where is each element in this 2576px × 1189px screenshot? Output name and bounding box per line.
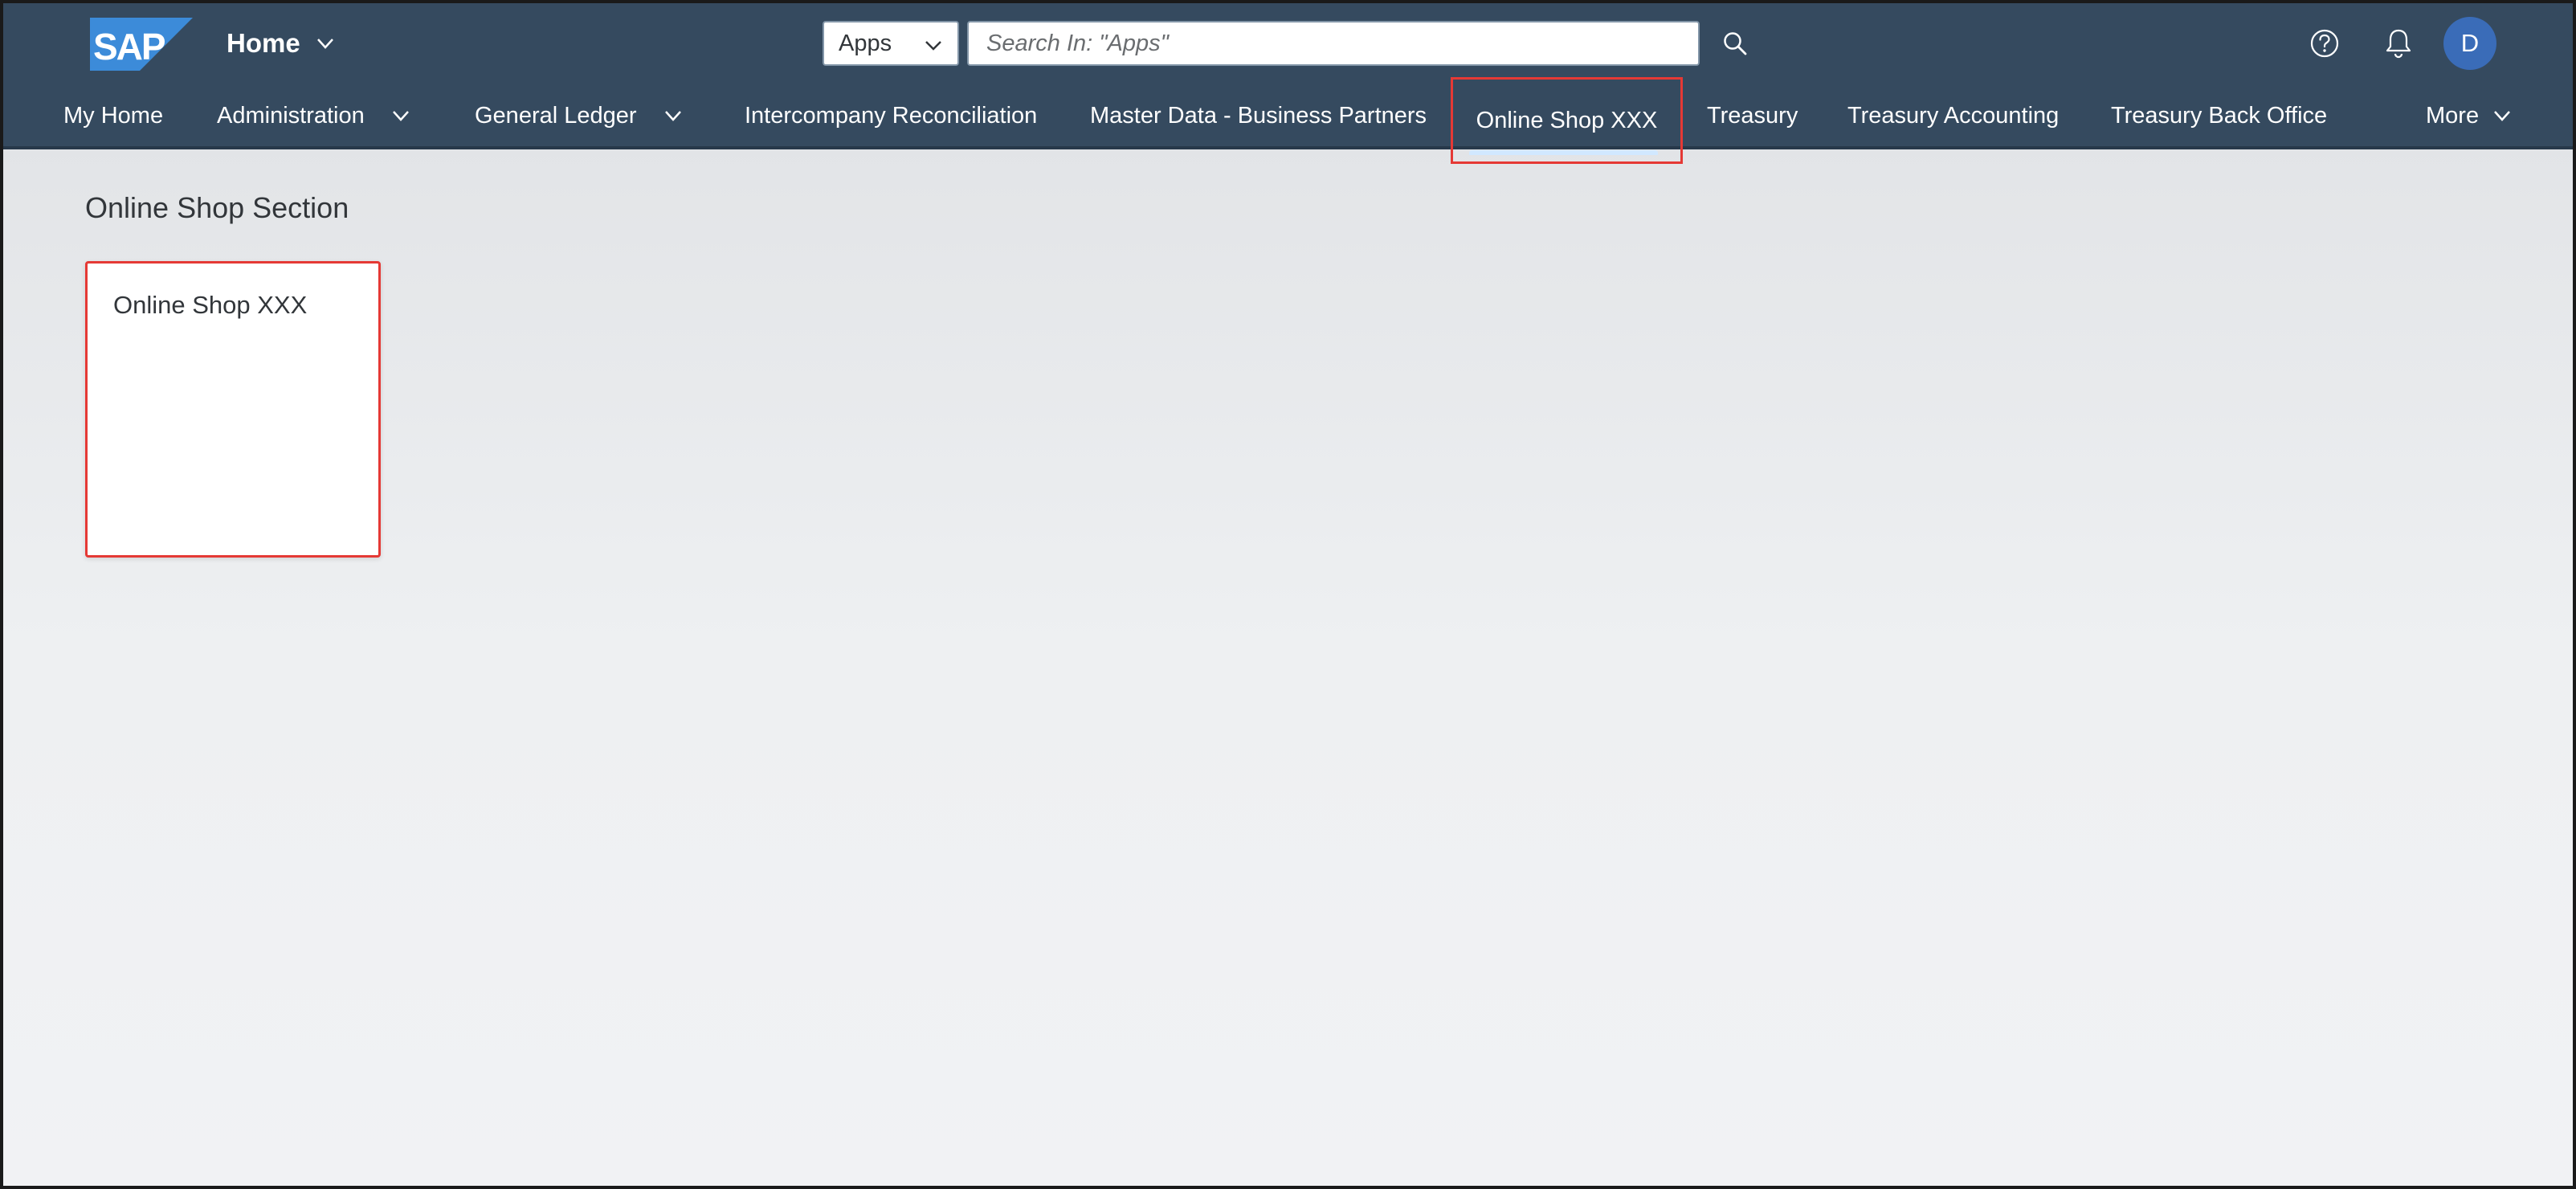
shell-bar: SAP Home Apps Search In: "Apps" D My Hom… <box>3 3 2573 164</box>
space-navigation-bar: My Home Administration General Ledger In… <box>3 77 2573 164</box>
nav-item-label: Online Shop XXX <box>1476 107 1658 133</box>
nav-item-general-ledger[interactable]: General Ledger <box>475 84 685 148</box>
section-title: Online Shop Section <box>85 191 349 224</box>
app-tile-online-shop-xxx[interactable]: Online Shop XXX <box>85 261 381 558</box>
nav-item-label: General Ledger <box>475 102 637 129</box>
nav-item-label: Intercompany Reconciliation <box>745 102 1038 129</box>
search-scope-select[interactable]: Apps <box>823 21 959 66</box>
home-label: Home <box>227 28 300 58</box>
nav-item-label: Treasury Accounting <box>1847 102 2060 129</box>
notifications-button[interactable] <box>2379 22 2418 64</box>
nav-more-label: More <box>2426 102 2480 129</box>
sap-fiori-launchpad: SAP Home Apps Search In: "Apps" D My Hom… <box>0 0 2576 1189</box>
nav-item-online-shop-xxx[interactable]: Online Shop XXX <box>1451 77 1683 164</box>
search-scope-value: Apps <box>839 30 892 56</box>
bell-icon <box>2386 29 2411 59</box>
selected-tab-indicator <box>1469 150 1658 155</box>
help-icon <box>2310 29 2339 58</box>
home-menu-button[interactable]: Home <box>227 24 337 63</box>
nav-item-my-home[interactable]: My Home <box>63 84 163 148</box>
nav-more-button[interactable]: More <box>2426 84 2514 148</box>
chevron-down-icon <box>316 39 333 49</box>
nav-item-label: Master Data - Business Partners <box>1090 102 1427 129</box>
chevron-down-icon <box>664 111 681 121</box>
nav-item-administration[interactable]: Administration <box>217 84 413 148</box>
search-icon <box>1724 32 1747 55</box>
search-button[interactable] <box>1716 24 1754 63</box>
help-button[interactable] <box>2305 24 2344 63</box>
nav-item-label: My Home <box>63 102 164 129</box>
nav-item-master-data-business-partners[interactable]: Master Data - Business Partners <box>1090 84 1427 148</box>
user-avatar[interactable]: D <box>2443 17 2496 70</box>
chevron-down-icon <box>925 41 941 51</box>
nav-item-label: Treasury Back Office <box>2111 102 2328 129</box>
sap-logo[interactable]: SAP <box>90 18 193 71</box>
nav-item-intercompany-reconciliation[interactable]: Intercompany Reconciliation <box>745 84 1037 148</box>
chevron-down-icon <box>392 111 409 121</box>
nav-item-treasury[interactable]: Treasury <box>1707 84 1798 148</box>
tile-title: Online Shop XXX <box>113 291 308 319</box>
search-input[interactable] <box>967 21 1700 66</box>
nav-item-label: Administration <box>217 102 365 129</box>
nav-item-treasury-accounting[interactable]: Treasury Accounting <box>1847 84 2059 148</box>
nav-item-treasury-back-office[interactable]: Treasury Back Office <box>2111 84 2327 148</box>
nav-item-label: Treasury <box>1707 102 1798 129</box>
chevron-down-icon <box>2494 111 2511 121</box>
svg-text:SAP: SAP <box>93 26 165 67</box>
user-initial: D <box>2460 29 2480 57</box>
